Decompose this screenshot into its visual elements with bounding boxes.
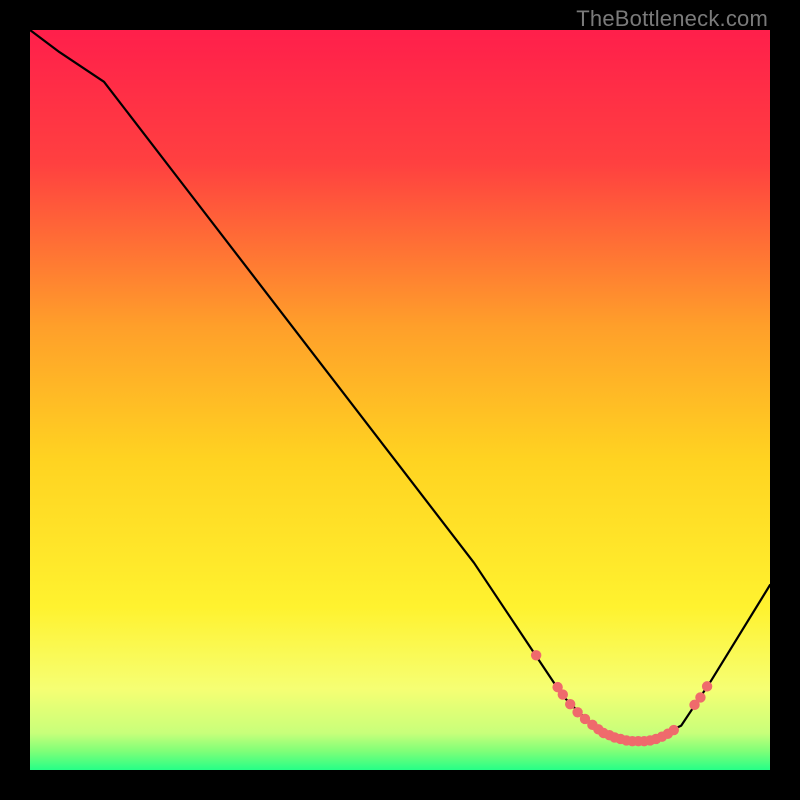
watermark-text: TheBottleneck.com xyxy=(576,6,768,32)
bottleneck-chart xyxy=(30,30,770,770)
data-dot xyxy=(531,650,541,660)
data-dot xyxy=(695,692,705,702)
data-dot xyxy=(669,725,679,735)
data-dot xyxy=(558,689,568,699)
data-dot xyxy=(702,681,712,691)
data-dot xyxy=(565,699,575,709)
chart-background xyxy=(30,30,770,770)
